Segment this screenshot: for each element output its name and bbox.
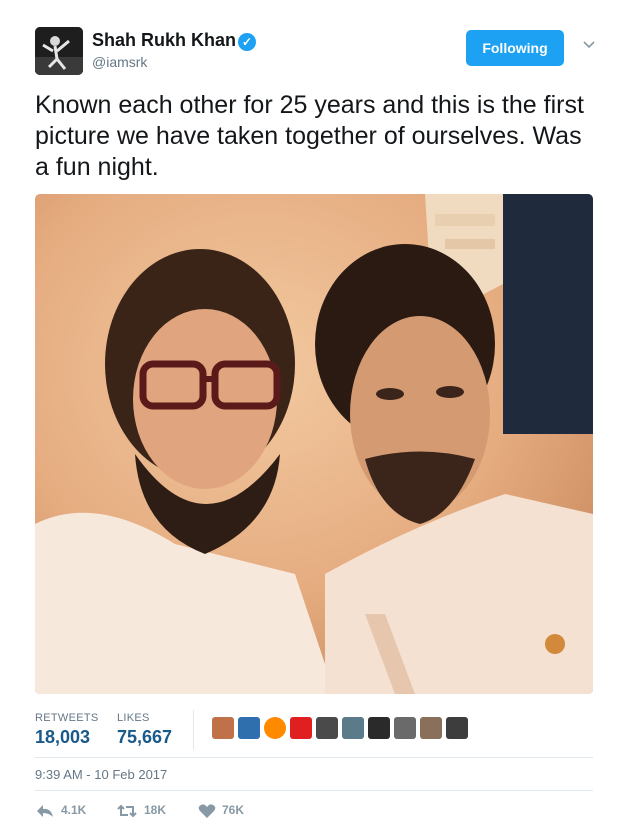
like-count: 76K — [222, 803, 245, 817]
heart-icon — [198, 804, 216, 818]
avatar-image — [35, 27, 83, 75]
reply-icon — [37, 804, 53, 817]
selfie-image — [35, 194, 593, 694]
author-name[interactable]: Shah Rukh Khan — [92, 30, 236, 51]
liker-avatar[interactable] — [368, 717, 390, 739]
liker-avatar[interactable] — [420, 717, 442, 739]
tweet-text: Known each other for 25 years and this i… — [35, 91, 584, 181]
liker-avatar[interactable] — [394, 717, 416, 739]
retweet-icon — [117, 804, 137, 818]
retweets-label: RETWEETS — [35, 712, 99, 724]
reply-count: 4.1K — [61, 803, 87, 817]
tweet-timestamp[interactable]: 9:39 AM - 10 Feb 2017 — [35, 767, 167, 782]
liker-avatar[interactable] — [238, 717, 260, 739]
divider — [35, 790, 593, 791]
liker-avatar[interactable] — [212, 717, 234, 739]
following-button[interactable]: Following — [466, 30, 564, 66]
stats-divider — [193, 710, 194, 750]
reply-button[interactable]: 4.1K — [35, 800, 86, 820]
like-button[interactable]: 76K — [198, 800, 244, 820]
retweet-count: 18K — [144, 803, 167, 817]
liker-avatar[interactable] — [264, 717, 286, 739]
author-handle[interactable]: @iamsrk — [92, 54, 147, 70]
retweet-button[interactable]: 18K — [116, 800, 166, 820]
liker-avatar[interactable] — [446, 717, 468, 739]
author-avatar[interactable] — [35, 27, 83, 75]
retweets-count[interactable]: 18,003 — [35, 727, 90, 748]
likes-count[interactable]: 75,667 — [117, 727, 172, 748]
liker-avatar[interactable] — [342, 717, 364, 739]
chevron-down-icon[interactable] — [582, 38, 596, 52]
liker-avatar[interactable] — [290, 717, 312, 739]
divider — [35, 757, 593, 758]
likes-label: LIKES — [117, 712, 150, 724]
liker-avatar[interactable] — [316, 717, 338, 739]
verified-badge-icon: ✓ — [238, 33, 256, 51]
tweet-photo[interactable] — [35, 194, 593, 694]
